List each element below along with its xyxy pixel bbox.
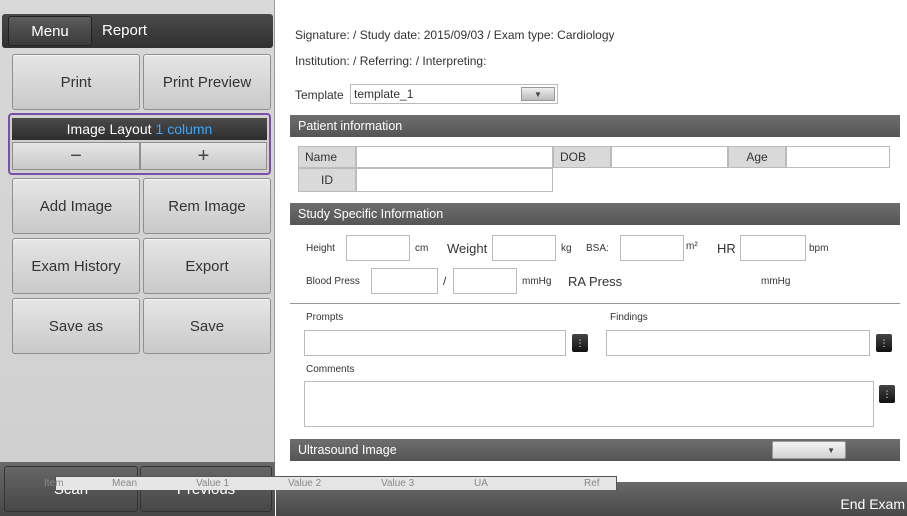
col-value-3: Value 3: [381, 478, 415, 489]
bsa-field[interactable]: [620, 235, 684, 261]
height-unit: cm: [415, 243, 429, 254]
prompts-field[interactable]: [304, 330, 566, 356]
comments-field[interactable]: [304, 381, 874, 427]
comments-label: Comments: [306, 364, 355, 375]
left-panel: Menu Report Print Print Preview Image La…: [0, 0, 275, 516]
col-value-1: Value 1: [196, 478, 230, 489]
age-field[interactable]: [786, 146, 890, 168]
top-tab-bar: Menu Report: [2, 14, 273, 48]
ultrasound-dropdown-arrow-icon: ▼: [827, 445, 835, 455]
dob-label: DOB: [553, 146, 611, 168]
ultrasound-table-header: Item Mean Value 1 Value 2 Value 3 UA Ref: [44, 476, 617, 490]
save-button[interactable]: Save: [143, 298, 271, 354]
prompts-more-icon[interactable]: ⋮: [572, 334, 588, 352]
bp-unit: mmHg: [522, 276, 552, 287]
weight-unit: kg: [561, 243, 572, 254]
comments-more-icon[interactable]: ⋮: [879, 385, 895, 403]
name-field[interactable]: [356, 146, 553, 168]
export-button[interactable]: Export: [143, 238, 271, 294]
height-label: Height: [306, 243, 335, 254]
image-layout-label: Image Layout: [66, 121, 152, 137]
ra-press-label: RA Press: [568, 274, 623, 289]
hr-field[interactable]: [740, 235, 806, 261]
image-layout-header: Image Layout 1 column: [12, 118, 267, 140]
col-value-2: Value 2: [288, 478, 322, 489]
layout-minus-button[interactable]: −: [12, 142, 140, 170]
bsa-unit: m²: [686, 241, 698, 252]
template-dropdown-arrow-icon[interactable]: ▼: [521, 87, 555, 101]
hr-unit: bpm: [809, 243, 829, 254]
dob-field[interactable]: [611, 146, 728, 168]
save-as-button[interactable]: Save as: [12, 298, 140, 354]
patient-info-header: Patient information: [290, 115, 900, 137]
exam-history-button[interactable]: Exam History: [12, 238, 140, 294]
image-layout-control: Image Layout 1 column − +: [8, 113, 271, 175]
bp-diastolic-field[interactable]: [453, 268, 517, 294]
layout-plus-button[interactable]: +: [140, 142, 267, 170]
study-meta-line1: Signature: / Study date: 2015/09/03 / Ex…: [295, 28, 615, 42]
report-form: Signature: / Study date: 2015/09/03 / Ex…: [276, 0, 907, 516]
bp-systolic-field[interactable]: [371, 268, 438, 294]
study-meta-line2: Institution: / Referring: / Interpreting…: [295, 54, 487, 68]
menu-button[interactable]: Menu: [8, 16, 92, 46]
blood-press-label: Blood Press: [306, 276, 360, 287]
col-item: Item: [44, 478, 64, 489]
age-label: Age: [728, 146, 786, 168]
image-layout-value: 1 column: [155, 121, 213, 137]
height-field[interactable]: [346, 235, 410, 261]
col-ref: Ref: [584, 478, 600, 489]
hr-label: HR: [717, 241, 736, 256]
name-label: Name: [298, 146, 356, 168]
prompts-label: Prompts: [306, 312, 344, 323]
weight-field[interactable]: [492, 235, 556, 261]
template-value: template_1: [354, 87, 414, 101]
id-field[interactable]: [356, 168, 553, 192]
col-ua: UA: [474, 478, 488, 489]
section-divider: [290, 303, 900, 304]
rem-image-button[interactable]: Rem Image: [143, 178, 271, 234]
ultrasound-select[interactable]: ▼: [772, 441, 846, 459]
study-info-header: Study Specific Information: [290, 203, 900, 225]
findings-field[interactable]: [606, 330, 870, 356]
weight-label: Weight: [447, 241, 488, 256]
bp-separator: /: [443, 274, 447, 288]
report-tab[interactable]: Report: [102, 22, 147, 39]
template-label: Template: [295, 88, 344, 102]
col-mean: Mean: [112, 478, 138, 489]
id-label: ID: [298, 168, 356, 192]
findings-more-icon[interactable]: ⋮: [876, 334, 892, 352]
bsa-label: BSA:: [586, 243, 609, 254]
add-image-button[interactable]: Add Image: [12, 178, 140, 234]
print-preview-button[interactable]: Print Preview: [143, 54, 271, 110]
findings-label: Findings: [610, 312, 648, 323]
template-select[interactable]: template_1 ▼: [350, 84, 558, 104]
print-button[interactable]: Print: [12, 54, 140, 110]
ra-press-unit: mmHg: [761, 276, 791, 287]
end-exam-button[interactable]: End Exam: [840, 496, 907, 516]
